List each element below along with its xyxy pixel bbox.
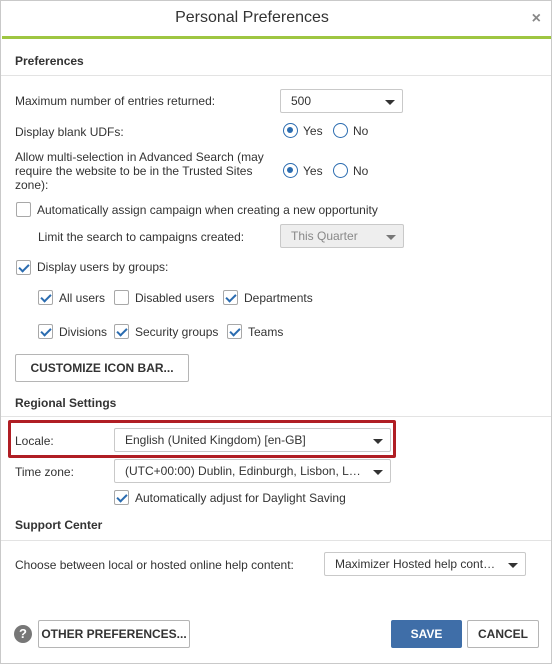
blank-udfs-yes-radio[interactable]	[283, 123, 298, 138]
timezone-label: Time zone:	[15, 465, 74, 479]
multi-selection-no-label: No	[353, 164, 369, 178]
departments-checkbox[interactable]	[223, 290, 238, 305]
daylight-saving-label: Automatically adjust for Daylight Saving	[135, 491, 346, 505]
chevron-down-icon	[373, 470, 383, 475]
all-users-label: All users	[59, 291, 106, 305]
personal-preferences-dialog: Personal Preferences × Preferences Maxim…	[0, 0, 552, 664]
blank-udfs-no-label: No	[353, 124, 369, 138]
customize-icon-bar-button[interactable]: CUSTOMIZE ICON BAR...	[15, 354, 189, 382]
regional-section-title: Regional Settings	[15, 396, 117, 410]
limit-search-select: This Quarter	[280, 224, 404, 248]
auto-campaign-checkbox[interactable]	[16, 202, 31, 217]
dialog-title: Personal Preferences	[175, 9, 329, 26]
divisions-checkbox[interactable]	[38, 324, 53, 339]
limit-search-value: This Quarter	[291, 229, 358, 243]
multi-selection-no-radio[interactable]	[333, 163, 348, 178]
security-groups-label: Security groups	[135, 325, 219, 339]
display-users-groups-label: Display users by groups:	[37, 260, 169, 274]
divisions-label: Divisions	[59, 325, 108, 339]
title-accent-bar	[2, 36, 551, 39]
chevron-down-icon	[373, 439, 383, 444]
teams-checkbox[interactable]	[227, 324, 242, 339]
help-content-select[interactable]: Maximizer Hosted help content	[324, 552, 526, 576]
blank-udfs-no-radio[interactable]	[333, 123, 348, 138]
timezone-value: (UTC+00:00) Dublin, Edinburgh, Lisbon, L…	[125, 464, 383, 478]
multi-selection-yes-label: Yes	[303, 164, 323, 178]
other-preferences-button[interactable]: OTHER PREFERENCES...	[38, 620, 190, 648]
support-section-title: Support Center	[15, 518, 103, 532]
preferences-divider	[1, 75, 551, 76]
chevron-down-icon	[508, 563, 518, 568]
support-divider	[1, 540, 551, 541]
preferences-section-title: Preferences	[15, 54, 84, 68]
chevron-down-icon	[386, 235, 396, 240]
save-button[interactable]: SAVE	[391, 620, 462, 648]
daylight-saving-checkbox[interactable]	[114, 490, 129, 505]
teams-label: Teams	[248, 325, 284, 339]
security-groups-checkbox[interactable]	[114, 324, 129, 339]
cancel-button[interactable]: CANCEL	[467, 620, 539, 648]
multi-selection-yes-radio[interactable]	[283, 163, 298, 178]
limit-search-label: Limit the search to campaigns created:	[38, 230, 245, 244]
max-entries-value: 500	[291, 94, 312, 108]
multi-selection-label: Allow multi-selection in Advanced Search…	[15, 150, 264, 192]
max-entries-label: Maximum number of entries returned:	[15, 94, 216, 108]
help-content-value: Maximizer Hosted help content	[335, 557, 500, 571]
all-users-checkbox[interactable]	[38, 290, 53, 305]
max-entries-select[interactable]: 500	[280, 89, 403, 113]
departments-label: Departments	[244, 291, 313, 305]
chevron-down-icon	[385, 100, 395, 105]
help-content-label: Choose between local or hosted online he…	[15, 558, 294, 572]
regional-divider	[1, 416, 551, 417]
locale-label: Locale:	[15, 434, 54, 448]
close-icon[interactable]: ×	[532, 11, 541, 27]
blank-udfs-yes-label: Yes	[303, 124, 323, 138]
auto-campaign-label: Automatically assign campaign when creat…	[37, 203, 378, 217]
timezone-select[interactable]: (UTC+00:00) Dublin, Edinburgh, Lisbon, L…	[114, 459, 391, 483]
help-icon[interactable]: ?	[14, 625, 32, 643]
disabled-users-checkbox[interactable]	[114, 290, 129, 305]
dialog-titlebar: Personal Preferences ×	[2, 2, 551, 36]
display-users-groups-checkbox[interactable]	[16, 260, 31, 275]
locale-value: English (United Kingdom) [en-GB]	[125, 433, 306, 447]
locale-select[interactable]: English (United Kingdom) [en-GB]	[114, 428, 391, 452]
disabled-users-label: Disabled users	[135, 291, 215, 305]
blank-udfs-label: Display blank UDFs:	[15, 125, 124, 139]
